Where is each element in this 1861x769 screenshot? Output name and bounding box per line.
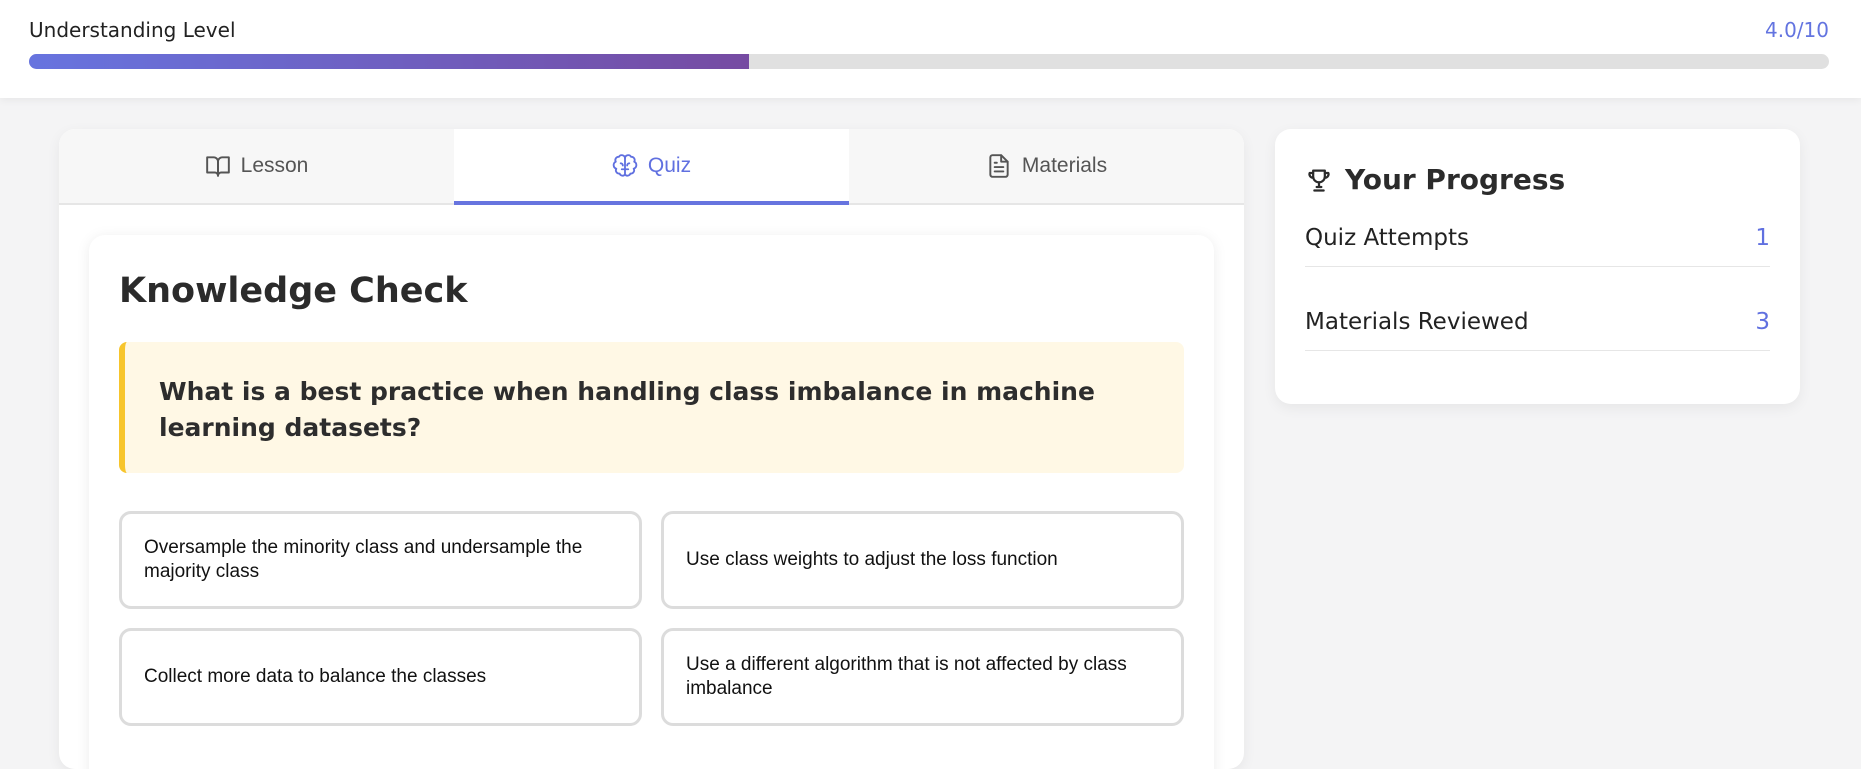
document-icon	[989, 154, 1009, 178]
answer-option[interactable]: Collect more data to balance the classes	[119, 628, 642, 726]
stat-label: Quiz Attempts	[1305, 224, 1469, 251]
understanding-progress-fill	[29, 54, 749, 69]
quiz-card: Knowledge Check What is a best practice …	[89, 235, 1214, 769]
stat-value: 3	[1755, 308, 1770, 335]
lesson-panel: Lesson Quiz Materials Knowledge Check Wh…	[59, 129, 1244, 769]
stat-label: Materials Reviewed	[1305, 308, 1529, 335]
trophy-icon	[1308, 169, 1330, 192]
understanding-score: 4.0/10	[1765, 18, 1829, 42]
tab-lesson-label: Lesson	[240, 154, 309, 177]
tab-quiz-label: Quiz	[647, 154, 692, 177]
quiz-question: What is a best practice when handling cl…	[119, 342, 1184, 473]
understanding-label: Understanding Level	[29, 18, 236, 42]
stat-value: 1	[1755, 224, 1770, 251]
tab-lesson[interactable]: Lesson	[59, 129, 454, 203]
quiz-title: Knowledge Check	[119, 271, 468, 311]
progress-title: Your Progress	[1345, 163, 1566, 196]
book-icon	[205, 156, 230, 177]
answer-option[interactable]: Oversample the minority class and unders…	[119, 511, 642, 609]
tab-materials-label: Materials	[1021, 154, 1108, 177]
progress-panel: Your Progress Quiz Attempts 1 Materials …	[1275, 129, 1800, 404]
answer-option[interactable]: Use class weights to adjust the loss fun…	[661, 511, 1184, 609]
brain-icon	[612, 154, 638, 177]
stat-materials-reviewed: Materials Reviewed 3	[1305, 293, 1770, 351]
tab-quiz[interactable]: Quiz	[454, 129, 849, 205]
understanding-header: Understanding Level 4.0/10	[0, 0, 1861, 98]
stat-quiz-attempts: Quiz Attempts 1	[1305, 209, 1770, 267]
tab-materials[interactable]: Materials	[849, 129, 1244, 203]
understanding-progress-bar	[29, 54, 1829, 69]
progress-header: Your Progress	[1305, 163, 1565, 196]
answer-option[interactable]: Use a different algorithm that is not af…	[661, 628, 1184, 726]
answer-options: Oversample the minority class and unders…	[119, 511, 1184, 726]
tab-bar: Lesson Quiz Materials	[59, 129, 1244, 205]
